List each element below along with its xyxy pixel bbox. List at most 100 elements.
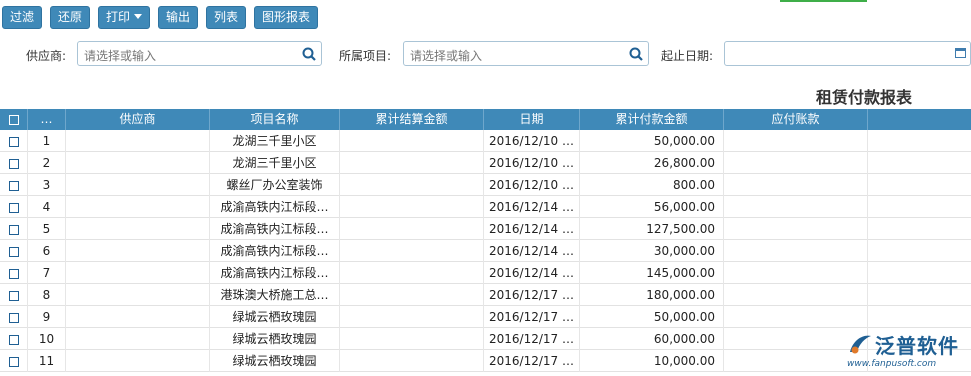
checkbox-icon[interactable]: [8, 334, 19, 345]
cell-project: 螺丝厂办公室装饰: [210, 174, 340, 196]
cell-settle-amount: [340, 152, 484, 174]
cell-filler: [868, 152, 971, 174]
cell-payable: [724, 306, 868, 328]
row-checkbox[interactable]: [0, 284, 28, 306]
checkbox-icon[interactable]: [8, 158, 19, 169]
col-header-paid-amount[interactable]: 累计付款金额: [580, 109, 724, 130]
cell-settle-amount: [340, 262, 484, 284]
filter-button[interactable]: 过滤: [2, 6, 42, 29]
cell-paid-amount: 60,000.00: [580, 328, 724, 350]
list-button[interactable]: 列表: [206, 6, 246, 29]
cell-settle-amount: [340, 196, 484, 218]
filter-bar: 供应商: 请选择或输入 所属项目: 请选择或输入 起止日期:: [0, 38, 971, 70]
cell-filler: [868, 130, 971, 152]
col-header-no[interactable]: …: [28, 109, 66, 130]
checkbox-icon[interactable]: [8, 268, 19, 279]
cell-project: 龙湖三千里小区: [210, 152, 340, 174]
cell-date: 2016/12/17 …: [484, 284, 580, 306]
table-row[interactable]: 6 成渝高铁内江标段… 2016/12/14 … 30,000.00: [0, 240, 971, 262]
row-checkbox[interactable]: [0, 240, 28, 262]
checkbox-icon[interactable]: [8, 136, 19, 147]
caret-down-icon: [134, 14, 142, 19]
date-range-label: 起止日期:: [661, 49, 714, 63]
cell-filler: [868, 174, 971, 196]
cell-paid-amount: 145,000.00: [580, 262, 724, 284]
cell-paid-amount: 10,000.00: [580, 350, 724, 372]
cell-settle-amount: [340, 130, 484, 152]
checkbox-icon[interactable]: [8, 356, 19, 367]
table-row[interactable]: 11 绿城云栖玫瑰园 2016/12/17 … 10,000.00: [0, 350, 971, 372]
cell-supplier: [66, 218, 210, 240]
col-header-date[interactable]: 日期: [484, 109, 580, 130]
print-button[interactable]: 打印: [98, 6, 150, 29]
project-input[interactable]: 请选择或输入: [403, 41, 649, 66]
row-checkbox[interactable]: [0, 350, 28, 372]
chart-report-button[interactable]: 图形报表: [254, 6, 318, 29]
cell-payable: [724, 130, 868, 152]
cell-filler: [868, 240, 971, 262]
search-icon[interactable]: [301, 46, 317, 62]
col-header-settle-amount[interactable]: 累计结算金额: [340, 109, 484, 130]
cell-date: 2016/12/10 …: [484, 174, 580, 196]
cell-date: 2016/12/17 …: [484, 328, 580, 350]
row-checkbox[interactable]: [0, 328, 28, 350]
row-checkbox[interactable]: [0, 130, 28, 152]
cell-date: 2016/12/17 …: [484, 350, 580, 372]
table-row[interactable]: 7 成渝高铁内江标段… 2016/12/14 … 145,000.00: [0, 262, 971, 284]
export-button[interactable]: 输出: [158, 6, 198, 29]
checkbox-icon[interactable]: [8, 202, 19, 213]
restore-button[interactable]: 还原: [50, 6, 90, 29]
cell-no: 1: [28, 130, 66, 152]
cell-no: 6: [28, 240, 66, 262]
search-icon[interactable]: [628, 46, 644, 62]
cell-no: 11: [28, 350, 66, 372]
row-checkbox[interactable]: [0, 306, 28, 328]
cell-no: 3: [28, 174, 66, 196]
select-all-checkbox[interactable]: [0, 109, 28, 130]
cell-filler: [868, 306, 971, 328]
table-row[interactable]: 8 港珠澳大桥施工总… 2016/12/17 … 180,000.00: [0, 284, 971, 306]
cell-no: 9: [28, 306, 66, 328]
calendar-icon[interactable]: [955, 48, 966, 58]
cell-paid-amount: 127,500.00: [580, 218, 724, 240]
checkbox-icon[interactable]: [8, 246, 19, 257]
checkbox-icon[interactable]: [8, 290, 19, 301]
cell-filler: [868, 196, 971, 218]
cell-date: 2016/12/14 …: [484, 196, 580, 218]
cell-project: 成渝高铁内江标段…: [210, 240, 340, 262]
table-row[interactable]: 10 绿城云栖玫瑰园 2016/12/17 … 60,000.00: [0, 328, 971, 350]
project-label: 所属项目:: [339, 49, 392, 63]
table-row[interactable]: 9 绿城云栖玫瑰园 2016/12/17 … 50,000.00: [0, 306, 971, 328]
row-checkbox[interactable]: [0, 152, 28, 174]
cell-supplier: [66, 174, 210, 196]
date-range-input[interactable]: [724, 41, 971, 66]
cell-settle-amount: [340, 174, 484, 196]
col-header-supplier[interactable]: 供应商: [66, 109, 210, 130]
cell-supplier: [66, 152, 210, 174]
cell-settle-amount: [340, 240, 484, 262]
cell-project: 绿城云栖玫瑰园: [210, 306, 340, 328]
col-header-payable[interactable]: 应付账款: [724, 109, 868, 130]
supplier-input[interactable]: 请选择或输入: [77, 41, 322, 66]
cell-supplier: [66, 130, 210, 152]
col-header-filler: [868, 109, 971, 130]
row-checkbox[interactable]: [0, 262, 28, 284]
checkbox-icon[interactable]: [8, 312, 19, 323]
checkbox-icon[interactable]: [8, 180, 19, 191]
cell-project: 成渝高铁内江标段…: [210, 218, 340, 240]
table-row[interactable]: 1 龙湖三千里小区 2016/12/10 … 50,000.00: [0, 130, 971, 152]
checkbox-icon[interactable]: [8, 224, 19, 235]
cell-project: 龙湖三千里小区: [210, 130, 340, 152]
table-row[interactable]: 5 成渝高铁内江标段… 2016/12/14 … 127,500.00: [0, 218, 971, 240]
row-checkbox[interactable]: [0, 218, 28, 240]
logo-brand: 泛普软件: [875, 334, 959, 358]
row-checkbox[interactable]: [0, 174, 28, 196]
table-row[interactable]: 3 螺丝厂办公室装饰 2016/12/10 … 800.00: [0, 174, 971, 196]
cell-filler: [868, 262, 971, 284]
row-checkbox[interactable]: [0, 196, 28, 218]
col-header-project[interactable]: 项目名称: [210, 109, 340, 130]
cell-supplier: [66, 350, 210, 372]
table-row[interactable]: 4 成渝高铁内江标段… 2016/12/14 … 56,000.00: [0, 196, 971, 218]
cell-payable: [724, 196, 868, 218]
table-row[interactable]: 2 龙湖三千里小区 2016/12/10 … 26,800.00: [0, 152, 971, 174]
